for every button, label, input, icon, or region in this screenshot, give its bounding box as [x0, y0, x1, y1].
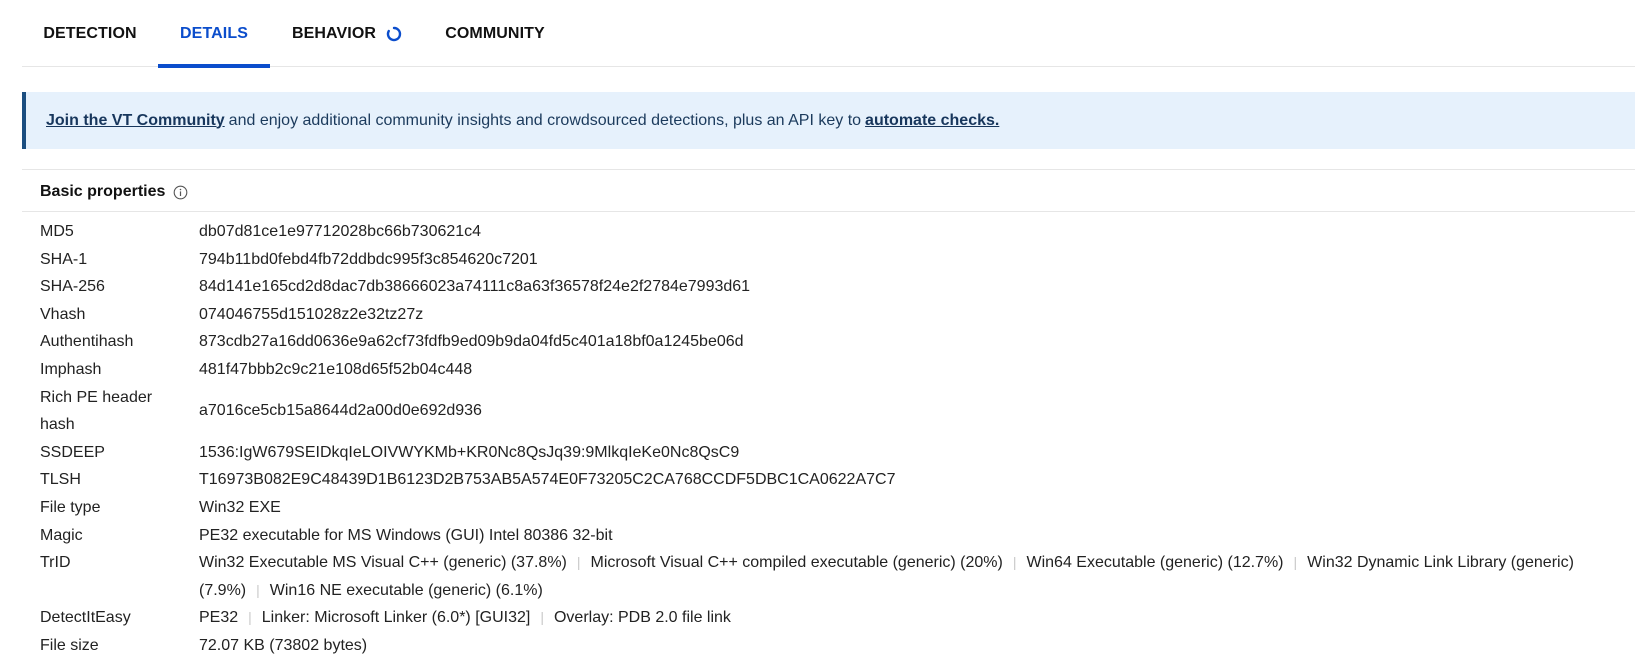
property-label: Rich PE header hash	[40, 384, 199, 439]
property-row-rich-pe-header-hash: Rich PE header hash a7016ce5cb15a8644d2a…	[40, 384, 1620, 439]
trid-line: (7.9%) | Win16 NE executable (generic) (6.…	[199, 577, 1620, 605]
banner-text: and enjoy additional community insights …	[228, 111, 862, 129]
property-value: 794b11bd0febd4fb72ddbdc995f3c854620c7201	[199, 250, 538, 268]
divider	[22, 169, 1635, 170]
property-row-file-size: File size 72.07 KB (73802 bytes)	[40, 632, 1620, 660]
property-label: SSDEEP	[40, 443, 105, 461]
separator: |	[576, 554, 581, 571]
property-label: SHA-1	[40, 250, 88, 268]
die-item: Linker: Microsoft Linker (6.0*) [GUI32]	[261, 609, 531, 627]
property-value: 873cdb27a16dd0636e9a62cf73fdfb9ed09b9da0…	[199, 333, 744, 351]
separator: |	[248, 609, 252, 626]
property-label: DetectItEasy	[40, 609, 131, 627]
section-title: Basic properties	[40, 183, 166, 200]
property-row-sha1: SHA-1 794b11bd0febd4fb72ddbdc995f3c85462…	[40, 246, 1620, 274]
property-label: Magic	[40, 526, 83, 544]
property-label: MD5	[40, 223, 74, 240]
property-value: a7016ce5cb15a8644d2a00d0e692d936	[199, 402, 482, 420]
separator: |	[1293, 554, 1298, 571]
property-row-sha256: SHA-256 84d141e165cd2d8dac7db38666023a74…	[40, 273, 1620, 301]
property-row-trid: TrID Win32 Executable MS Visual C++ (gen…	[40, 549, 1620, 604]
tab-community-label: COMMUNITY	[445, 24, 545, 42]
property-value: PE32 executable for MS Windows (GUI) Int…	[199, 526, 613, 544]
tab-detection-label: DETECTION	[43, 24, 137, 42]
trid-item: Microsoft Visual C++ compiled executable…	[590, 554, 1003, 572]
tab-behavior[interactable]: BEHAVIOR	[270, 0, 424, 67]
tab-details-label: DETAILS	[180, 24, 248, 42]
property-row-md5: MD5 db07d81ce1e97712028bc66b730621c4	[40, 218, 1620, 246]
property-row-tlsh: TLSH T16973B082E9C48439D1B6123D2B753AB5A…	[40, 466, 1620, 494]
property-value: 1536:IgW679SEIDkqIeLOIVWYKMb+KR0Nc8QsJq3…	[199, 443, 740, 461]
die-item: Overlay: PDB 2.0 file link	[553, 609, 731, 627]
property-label: TrID	[40, 554, 71, 572]
trid-line: Win32 Executable MS Visual C++ (generic)…	[199, 549, 1620, 577]
property-label: File type	[40, 498, 101, 516]
trid-item: Win64 Executable (generic) (12.7%)	[1026, 554, 1284, 572]
trid-item: Win32 Executable MS Visual C++ (generic)…	[199, 554, 567, 572]
property-row-magic: Magic PE32 executable for MS Windows (GU…	[40, 522, 1620, 550]
separator: |	[540, 609, 544, 626]
property-value: PE32 | Linker: Microsoft Linker (6.0*) [GU…	[199, 604, 1620, 632]
property-label-line: Rich PE header	[40, 388, 153, 406]
tab-details[interactable]: DETAILS	[158, 0, 270, 68]
divider	[22, 211, 1635, 212]
trid-item: Win16 NE executable (generic) (6.1%)	[269, 581, 543, 599]
property-label: File size	[40, 636, 99, 654]
tab-bar: DETECTION DETAILS BEHAVIOR COMMUNITY	[22, 0, 1635, 68]
property-value: T16973B082E9C48439D1B6123D2B753AB5A574E0…	[199, 471, 896, 489]
separator: |	[256, 581, 260, 598]
property-label: Authentihash	[40, 333, 134, 351]
info-icon[interactable]	[173, 185, 188, 200]
automate-checks-link[interactable]: automate checks.	[865, 112, 999, 130]
property-row-vhash: Vhash 074046755d151028z2e32tz27z	[40, 301, 1620, 329]
property-value: 72.07 KB (73802 bytes)	[199, 636, 368, 654]
property-value: 84d141e165cd2d8dac7db38666023a74111c8a63…	[199, 278, 751, 296]
join-community-link[interactable]: Join the VT Community	[46, 112, 225, 130]
trid-item: Win32 Dynamic Link Library (generic)	[1307, 554, 1574, 572]
trid-item: (7.9%)	[199, 581, 247, 599]
separator: |	[1012, 554, 1017, 571]
section-header: Basic properties	[40, 182, 188, 202]
property-label-line: hash	[40, 416, 75, 434]
properties-table: MD5 db07d81ce1e97712028bc66b730621c4 SHA…	[40, 218, 1620, 660]
property-row-authentihash: Authentihash 873cdb27a16dd0636e9a62cf73f…	[40, 328, 1620, 356]
die-item: PE32	[199, 609, 239, 627]
property-row-file-type: File type Win32 EXE	[40, 494, 1620, 522]
property-value: 481f47bbb2c9c21e108d65f52b04c448	[199, 360, 473, 378]
tab-community[interactable]: COMMUNITY	[424, 0, 566, 67]
property-label: TLSH	[40, 471, 81, 489]
property-label: Vhash	[40, 305, 86, 323]
property-value: 074046755d151028z2e32tz27z	[199, 305, 424, 323]
details-page: DETECTION DETAILS BEHAVIOR COMMUNITY Joi…	[0, 0, 1645, 662]
tab-behavior-label: BEHAVIOR	[291, 24, 377, 42]
property-value: Win32 EXE	[199, 498, 281, 516]
loading-spinner-icon	[386, 26, 402, 42]
property-value: Win32 Executable MS Visual C++ (generic)…	[199, 549, 1620, 604]
property-row-ssdeep: SSDEEP 1536:IgW679SEIDkqIeLOIVWYKMb+KR0N…	[40, 439, 1620, 467]
tab-detection[interactable]: DETECTION	[22, 0, 158, 67]
property-label: SHA-256	[40, 278, 105, 296]
property-label: Imphash	[40, 360, 102, 378]
property-row-imphash: Imphash 481f47bbb2c9c21e108d65f52b04c448	[40, 356, 1620, 384]
community-banner: Join the VT Community and enjoy addition…	[22, 92, 1635, 149]
property-value: db07d81ce1e97712028bc66b730621c4	[199, 223, 482, 240]
property-row-detectiteasy: DetectItEasy PE32 | Linker: Microsoft Link…	[40, 604, 1620, 632]
